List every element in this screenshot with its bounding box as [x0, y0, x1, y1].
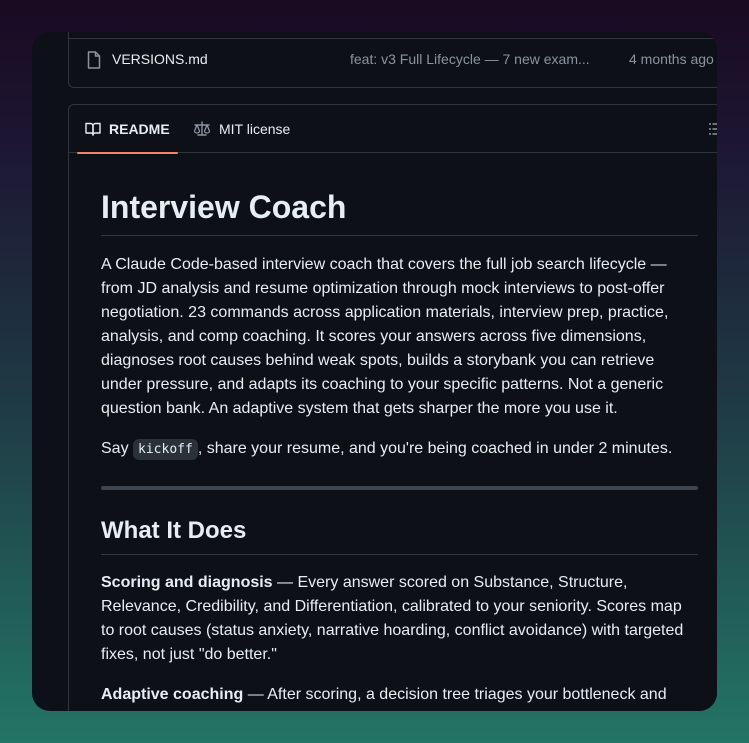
say-suffix: , share your resume, and you're being co… [197, 440, 673, 457]
commit-message-link[interactable]: feat: v3 Full Lifecycle — 7 new exam... [350, 51, 600, 67]
readme-title: Interview Coach [101, 187, 698, 236]
github-window: VERSIONS.md feat: v3 Full Lifecycle — 7 … [32, 32, 717, 711]
readme-tabs: README MIT license [69, 105, 717, 154]
kickoff-paragraph: Say kickoff, share your resume, and you'… [101, 437, 698, 462]
file-name-link[interactable]: VERSIONS.md [112, 51, 208, 67]
tab-readme[interactable]: README [77, 105, 178, 154]
readme-panel: README MIT license Interview Coach A Cla… [68, 104, 717, 711]
readme-content: Interview Coach A Claude Code-based inte… [101, 185, 698, 711]
scoring-paragraph: Scoring and diagnosis — Every answer sco… [101, 571, 698, 667]
section-heading: What It Does [101, 516, 698, 555]
tab-readme-label: README [109, 121, 170, 137]
commit-time: 4 months ago [629, 51, 714, 67]
kickoff-code: kickoff [133, 439, 198, 460]
file-icon [87, 51, 101, 69]
intro-paragraph: A Claude Code-based interview coach that… [101, 256, 669, 417]
section-divider [101, 486, 698, 490]
tab-license[interactable]: MIT license [193, 105, 290, 153]
adaptive-label: Adaptive coaching [101, 686, 244, 703]
scoring-label: Scoring and diagnosis [101, 574, 273, 591]
file-list: VERSIONS.md feat: v3 Full Lifecycle — 7 … [68, 32, 717, 88]
book-icon [85, 122, 101, 136]
tab-license-label: MIT license [219, 121, 291, 137]
list-icon[interactable] [708, 121, 717, 137]
file-row[interactable]: VERSIONS.md feat: v3 Full Lifecycle — 7 … [69, 39, 717, 79]
say-prefix: Say [101, 440, 134, 457]
file-row-cutoff [69, 32, 717, 39]
law-icon [193, 121, 211, 136]
adaptive-paragraph: Adaptive coaching — After scoring, a dec… [101, 683, 698, 711]
